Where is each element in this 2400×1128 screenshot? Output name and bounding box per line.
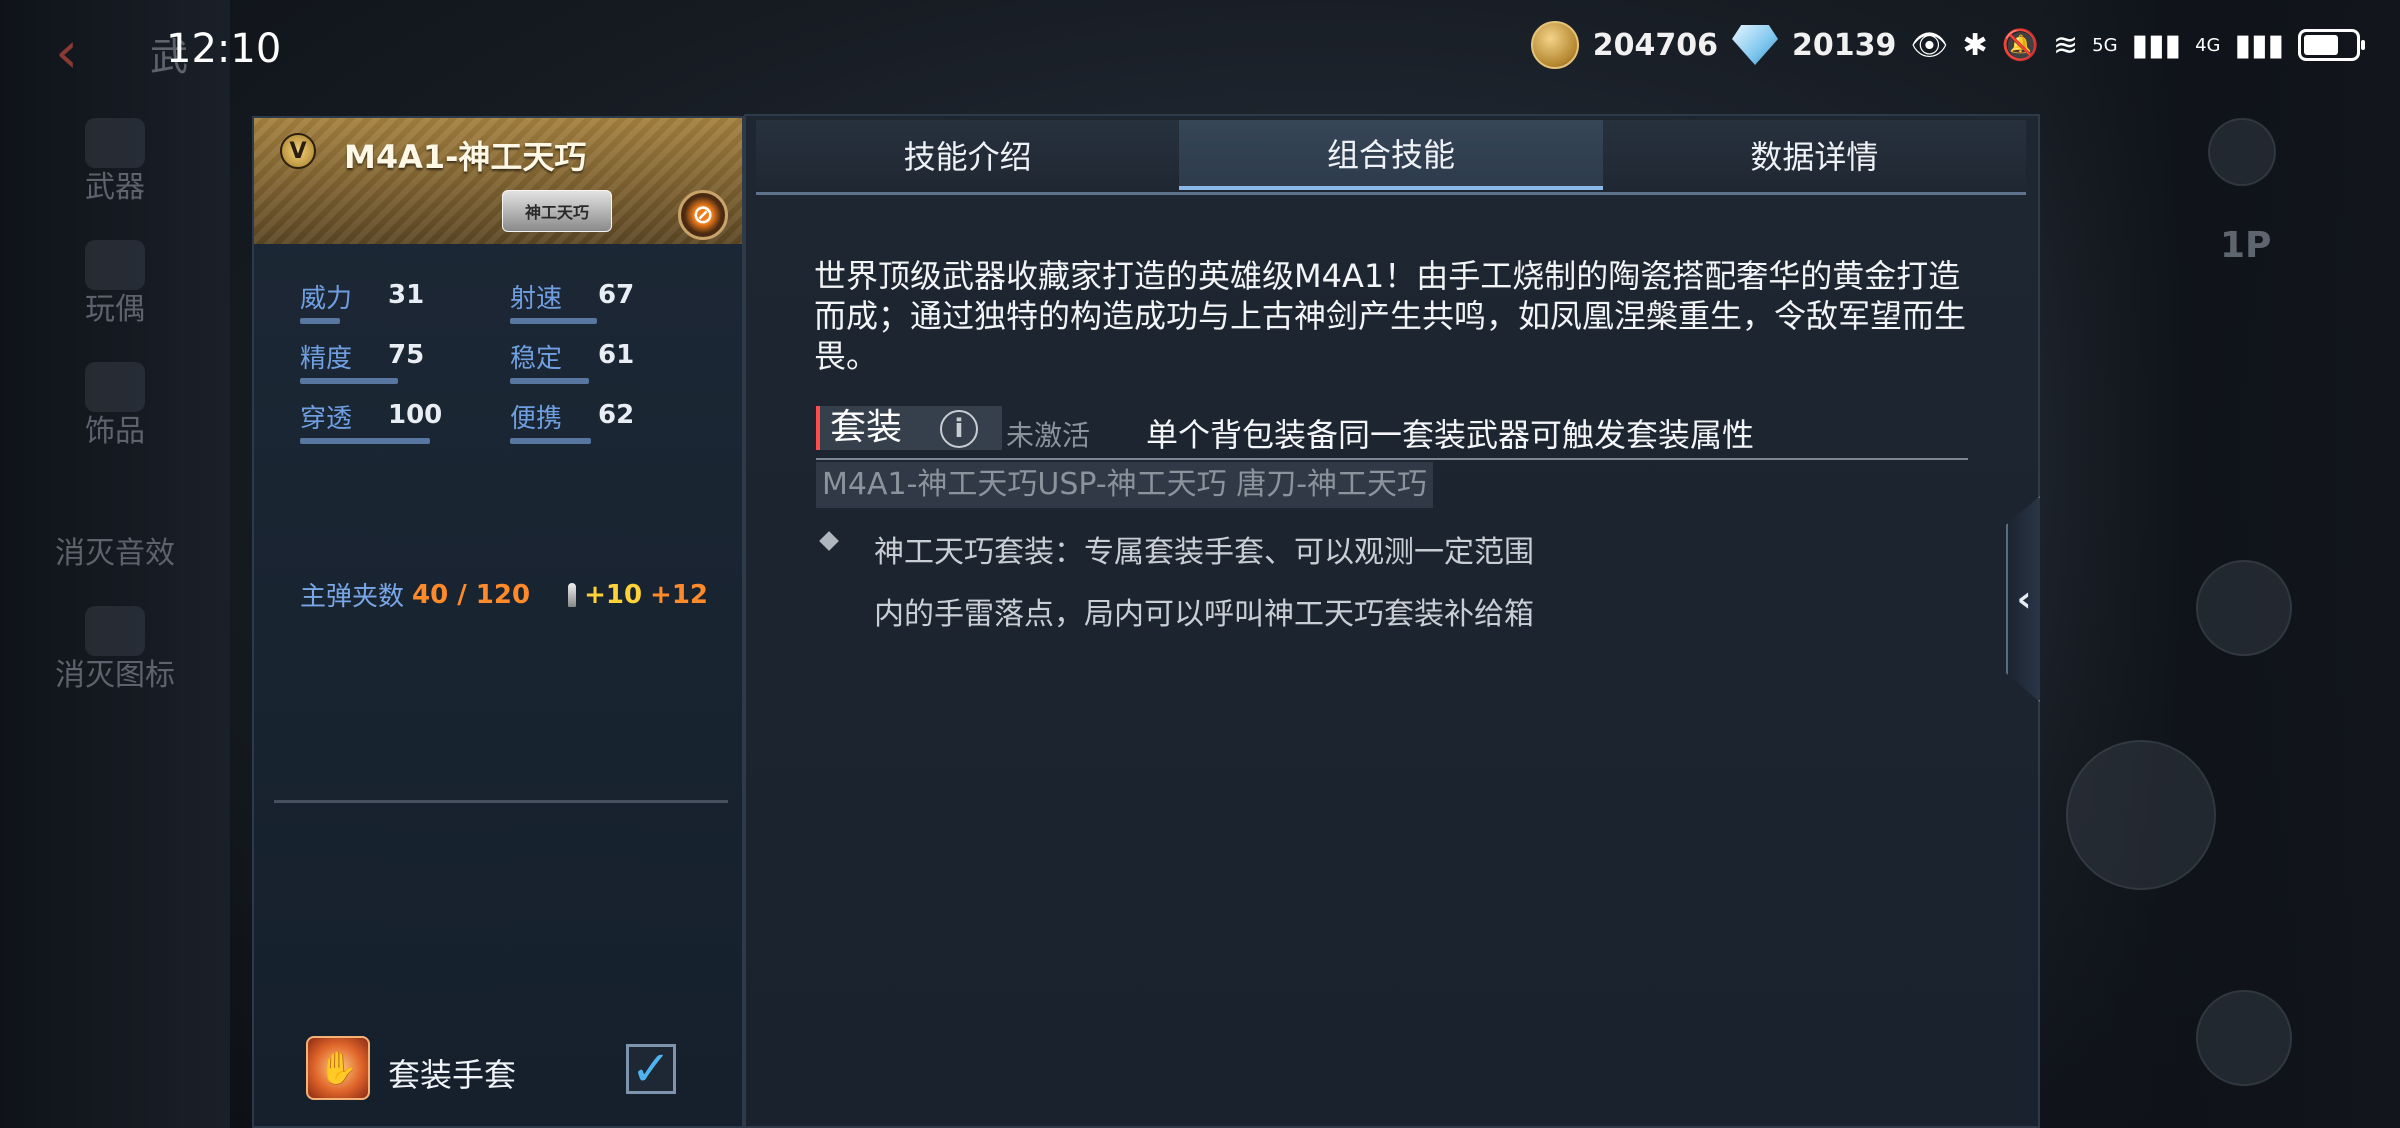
stat-bar [510,318,597,324]
bg-nav-label: 武器 [85,170,145,205]
weapon-card-header: V M4A1-神工天巧 神工天巧 ⊘ [254,118,742,244]
wifi-icon: ≋ [2052,27,2079,63]
bg-nav-accessory: 饰品 [0,354,230,464]
suit-rule: 单个背包装备同一套装武器可触发套装属性 [1146,416,1755,454]
ammo-row: 主弹夹数 40 / 120 +10 +12 [300,576,708,613]
background-sidebar: 武器 玩偶 饰品 消灭音效 消灭图标 [0,0,230,1128]
bg-nav-weapon: 武器 [0,110,230,220]
tab-data-details[interactable]: 数据详情 [1602,120,2026,190]
bg-nav-doll: 玩偶 [0,232,230,342]
bluetooth-icon: ✱ [1962,27,1988,63]
accessory-icon [85,362,145,412]
glove-toggle-row[interactable]: ✋ 套装手套 ✓ [306,1036,706,1100]
bg-view-label: 1P [2220,225,2272,266]
coin-count: 204706 [1592,27,1719,63]
stat-bar [300,438,430,444]
network-4g-label: 4G [2195,34,2221,56]
weapon-icon [85,118,145,168]
stat-power: 威力 31 [300,278,500,334]
stat-value: 31 [388,280,425,310]
bg-nav-kill-sound: 消灭音效 [0,476,230,586]
weapon-title: M4A1-神工天巧 [344,138,587,176]
stat-label: 穿透 [300,404,353,434]
bg-nav-label: 玩偶 [85,292,145,327]
stat-label: 便携 [510,404,563,434]
wing-icon [85,606,145,656]
stat-penetration: 穿透 100 [300,398,500,454]
bg-nav-label: 消灭图标 [55,658,175,693]
weapon-description: 世界顶级武器收藏家打造的英雄级M4A1！由手工烧制的陶瓷搭配奢华的黄金打造而成；… [814,257,1967,375]
fire-button-icon [2066,740,2216,890]
stat-value: 75 [388,340,425,370]
stat-bar [300,318,340,324]
back-arrow-icon[interactable]: ‹ [55,22,115,82]
suit-members: M4A1-神工天巧USP-神工天巧 唐刀-神工天巧 [816,462,1434,508]
ammo-label: 主弹夹数 [300,582,405,612]
stat-label: 射速 [510,284,563,314]
suit-underline [816,458,1968,460]
glove-icon: ✋ [306,1036,370,1100]
tab-underline [756,192,2026,195]
eye-icon [2196,990,2292,1086]
stat-label: 威力 [300,284,353,314]
collapse-panel-button[interactable]: ‹ [2006,496,2040,702]
status-right: 204706 20139 👁 ✱ 🔕 ≋ 5G ▮▮▮ 4G ▮▮▮ [1530,20,2365,70]
stat-rate: 射速 67 [510,278,710,334]
skin-emblem-icon[interactable]: ⊘ [678,190,728,240]
stat-label: 精度 [300,344,353,374]
stat-bar [510,378,589,384]
stat-accuracy: 精度 75 [300,338,500,394]
ammo-bonus-2: +12 [650,579,709,610]
mute-icon: 🔕 [2001,27,2039,63]
tab-skill-intro[interactable]: 技能介绍 [756,120,1180,190]
glove-label: 套装手套 [388,1056,517,1094]
signal-icon-2: ▮▮▮ [2234,27,2284,63]
diamond-count: 20139 [1792,27,1897,63]
coin-icon [1530,21,1579,69]
bg-nav-label: 饰品 [85,414,145,449]
network-5g-label: 5G [2092,34,2118,56]
suit-row: 套装 i 未激活 单个背包装备同一套装武器可触发套装属性 [816,406,1968,460]
diamond-icon [1732,25,1779,65]
suit-status: 未激活 [1006,419,1091,452]
tab-combo-skill[interactable]: 组合技能 [1179,120,1603,190]
settings-icon [2208,118,2276,186]
weapon-card: V M4A1-神工天巧 神工天巧 ⊘ 威力 31 射速 67 精度 75 稳定 … [252,116,744,1128]
ammo-value: 40 / 120 [412,579,531,610]
glove-checkbox[interactable]: ✓ [626,1044,676,1094]
detail-panel: 技能介绍 组合技能 数据详情 世界顶级武器收藏家打造的英雄级M4A1！由手工烧制… [744,114,2040,1128]
battery-icon [2298,29,2365,61]
stat-value: 61 [598,340,635,370]
eye-status-icon: 👁 [1910,27,1949,63]
tab-bar: 技能介绍 组合技能 数据详情 [756,120,2026,190]
bg-nav-kill-icon: 消灭图标 [0,598,230,708]
stat-value: 62 [598,400,635,430]
bg-nav-label: 消灭音效 [55,536,175,571]
scope-icon [2196,560,2292,656]
diamond-bullet-icon [819,531,839,551]
stat-bar [300,378,398,384]
rank-badge-icon: V [280,133,316,169]
card-divider [274,800,728,803]
info-icon[interactable]: i [940,410,978,448]
stat-portability: 便携 62 [510,398,710,454]
stat-value: 100 [388,400,443,430]
bullet-icon [568,582,577,607]
ammo-bonus-1: +10 [584,579,643,610]
stat-label: 稳定 [510,344,563,374]
skin-tag: 神工天巧 [502,190,612,232]
stat-value: 67 [598,280,635,310]
suit-effect-text: 神工天巧套装：专属套装手套、可以观测一定范围内的手雷落点，局内可以呼叫神工天巧套… [874,535,1534,632]
doll-icon [85,240,145,290]
stat-stability: 稳定 61 [510,338,710,394]
stat-bar [510,438,591,444]
status-time: 12:10 [166,26,282,72]
signal-icon: ▮▮▮ [2131,27,2182,63]
